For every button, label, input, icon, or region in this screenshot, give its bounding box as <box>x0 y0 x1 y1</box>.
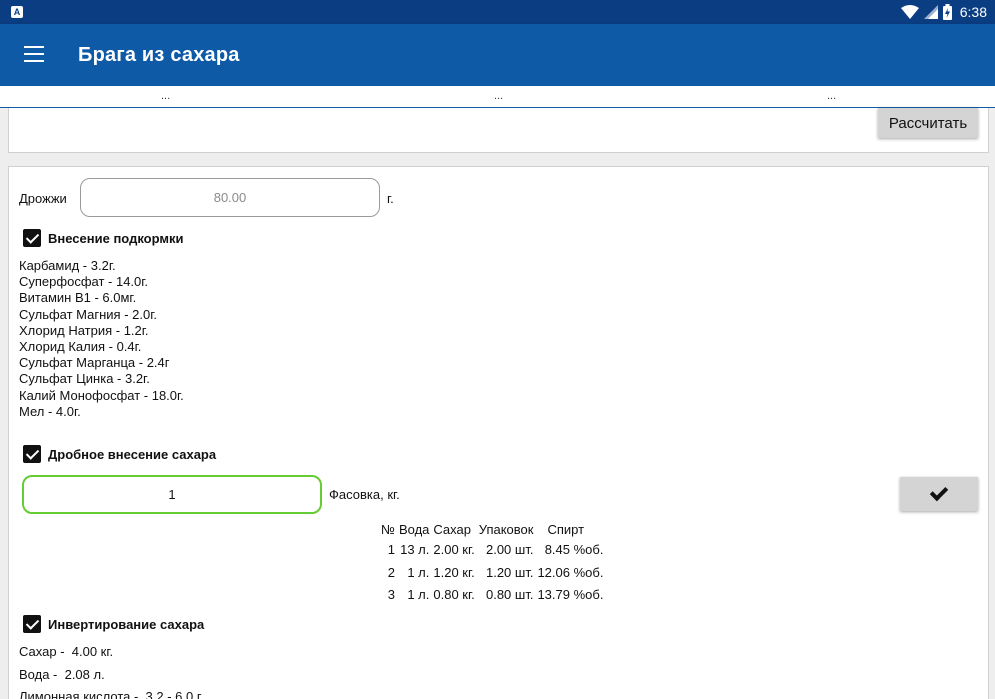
calculate-button[interactable]: Рассчитать <box>878 108 978 138</box>
inversion-sugar: Сахар - 4.00 кг. <box>19 644 114 659</box>
table-cell: 1.20 кг. <box>433 564 475 580</box>
settings-card: Дрожжи г. Внесение подкормки Карбамид - … <box>8 166 989 699</box>
table-cell: 8.45 %об. <box>544 541 604 557</box>
col-water: Вода <box>398 522 430 537</box>
col-alcohol: Спирт <box>547 522 585 537</box>
inversion-label: Инвертирование сахара <box>48 616 205 632</box>
inversion-checkbox[interactable] <box>23 615 41 633</box>
table-cell: 1 <box>387 541 395 557</box>
list-item: Сульфат Марганца - 2.4г <box>19 355 170 371</box>
feeding-option: Внесение подкормки <box>23 229 183 247</box>
table-header-row: № Вода Сахар Упаковок Спирт <box>381 521 607 538</box>
fraction-table: № Вода Сахар Упаковок Спирт 1 13 л. 2.00… <box>381 521 607 606</box>
tab-2[interactable]: ... <box>494 90 503 102</box>
pack-size-label: Фасовка, кг. <box>329 487 400 502</box>
table-row: 1 13 л. 2.00 кг. 2.00 шт. 8.45 %об. <box>381 538 607 561</box>
inversion-option: Инвертирование сахара <box>23 615 204 633</box>
status-icons: 6:38 <box>900 3 987 21</box>
calculation-card: Рассчитать <box>8 108 989 153</box>
list-item: Хлорид Калия - 0.4г. <box>19 339 142 355</box>
hamburger-menu-icon[interactable] <box>24 46 44 62</box>
feeding-checkbox[interactable] <box>23 229 41 247</box>
tab-strip: ... ... ... <box>0 86 995 108</box>
yeast-label: Дрожжи <box>19 191 67 206</box>
app-bar: Брага из сахара <box>0 24 995 86</box>
list-item: Суперфосфат - 14.0г. <box>19 274 149 290</box>
list-item: Сульфат Магния - 2.0г. <box>19 306 157 322</box>
table-row: 2 1 л. 1.20 кг. 1.20 шт. 12.06 %об. <box>381 561 607 584</box>
list-item: Карбамид - 3.2г. <box>19 258 116 273</box>
table-cell: 2.00 шт. <box>485 541 534 557</box>
pack-size-input[interactable] <box>22 475 322 514</box>
col-packs: Упаковок <box>478 522 534 537</box>
tab-3[interactable]: ... <box>827 90 836 102</box>
col-number: № <box>381 522 395 537</box>
tab-1[interactable]: ... <box>161 90 170 102</box>
feeding-label: Внесение подкормки <box>48 230 184 246</box>
inversion-water: Вода - 2.08 л. <box>19 667 105 682</box>
fractional-option: Дробное внесение сахара <box>23 445 216 463</box>
table-cell: 1.20 шт. <box>485 564 534 580</box>
table-cell: 13 л. <box>400 541 430 557</box>
app-a-icon: A <box>11 6 23 18</box>
yeast-input[interactable] <box>80 178 380 217</box>
col-sugar: Сахар <box>433 522 471 537</box>
wifi-icon <box>900 5 919 19</box>
status-bar: A 6:38 <box>0 0 995 24</box>
checkmark-icon <box>929 482 949 502</box>
table-cell: 0.80 кг. <box>433 587 475 603</box>
table-cell: 2 <box>387 564 395 580</box>
table-cell: 0.80 шт. <box>485 587 534 603</box>
table-cell: 1 л. <box>407 587 430 603</box>
list-item: Витамин В1 - 6.0мг. <box>19 290 137 306</box>
page-title: Брага из сахара <box>78 44 240 66</box>
yeast-unit: г. <box>387 191 394 206</box>
fractional-label: Дробное внесение сахара <box>48 446 217 462</box>
list-item: Сульфат Цинка - 3.2г. <box>19 371 150 387</box>
list-item: Калий Монофосфат - 18.0г. <box>19 387 184 403</box>
battery-charging-icon <box>942 4 952 20</box>
inversion-citric-acid: Лимонная кислота - 3.2 - 6.0 г. <box>19 689 204 699</box>
table-cell: 2.00 кг. <box>433 541 475 557</box>
list-item: Мел - 4.0г. <box>19 403 81 419</box>
list-item: Хлорид Натрия - 1.2г. <box>19 322 149 338</box>
feeding-list: Карбамид - 3.2г. Суперфосфат - 14.0г. Ви… <box>19 258 184 420</box>
table-row: 3 1 л. 0.80 кг. 0.80 шт. 13.79 %об. <box>381 583 607 606</box>
table-cell: 3 <box>387 587 395 603</box>
fractional-checkbox[interactable] <box>23 445 41 463</box>
table-cell: 1 л. <box>407 564 430 580</box>
signal-icon <box>923 5 938 19</box>
apply-button[interactable] <box>900 477 978 511</box>
status-time: 6:38 <box>959 4 987 20</box>
table-cell: 12.06 %об. <box>537 564 604 580</box>
table-cell: 13.79 %об. <box>537 587 604 603</box>
